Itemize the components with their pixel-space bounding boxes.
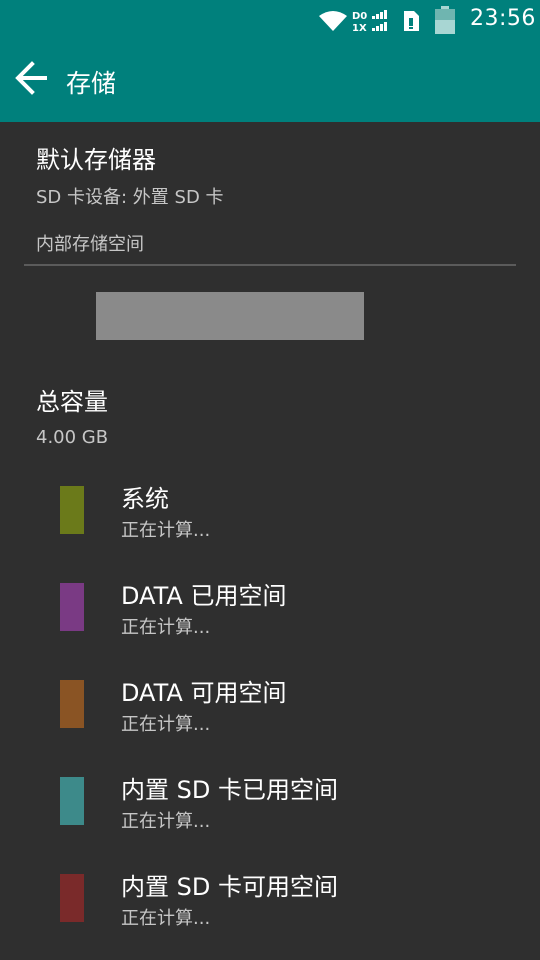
battery-icon: [434, 6, 456, 38]
default-storage-setting[interactable]: 默认存储器 SD 卡设备: 外置 SD 卡: [36, 140, 224, 209]
app-bar: 存储: [0, 40, 540, 122]
signal-label-bottom: 1X: [352, 23, 367, 33]
internal-storage-header: 内部存储空间: [36, 234, 144, 255]
signal-label-top: D0: [352, 11, 367, 22]
list-item-sd-used[interactable]: 内置 SD 卡已用空间 正在计算...: [0, 765, 540, 862]
list-item-status: 正在计算...: [121, 520, 211, 541]
list-item-data-used[interactable]: DATA 已用空间 正在计算...: [0, 571, 540, 668]
section-divider: [24, 264, 516, 266]
list-item-title: 内置 SD 卡已用空间: [121, 776, 338, 804]
list-item-title: 系统: [121, 485, 169, 513]
list-item-title: DATA 可用空间: [121, 679, 287, 707]
usage-list: 系统 正在计算... DATA 已用空间 正在计算... DATA 可用空间 正…: [0, 474, 540, 959]
sim-card-icon: [402, 10, 420, 36]
color-swatch: [60, 777, 84, 825]
signal-icon: D0 1X: [352, 9, 394, 37]
list-item-data-free[interactable]: DATA 可用空间 正在计算...: [0, 668, 540, 765]
list-item-sd-free[interactable]: 内置 SD 卡可用空间 正在计算...: [0, 862, 540, 959]
list-item-status: 正在计算...: [121, 714, 211, 735]
status-bar: D0 1X 23:56: [0, 0, 540, 40]
list-item-status: 正在计算...: [121, 908, 211, 929]
color-swatch: [60, 486, 84, 534]
storage-usage-bar: [96, 292, 364, 340]
total-capacity-title: 总容量: [36, 388, 108, 416]
default-storage-subtitle: SD 卡设备: 外置 SD 卡: [36, 187, 224, 208]
color-swatch: [60, 680, 84, 728]
list-item-title: DATA 已用空间: [121, 582, 287, 610]
list-item-status: 正在计算...: [121, 811, 211, 832]
page-title: 存储: [66, 69, 117, 98]
default-storage-title: 默认存储器: [36, 146, 156, 174]
total-capacity: 总容量 4.00 GB: [36, 382, 108, 448]
list-item-status: 正在计算...: [121, 617, 211, 638]
list-item-title: 内置 SD 卡可用空间: [121, 873, 338, 901]
arrow-back-icon: [15, 61, 49, 99]
color-swatch: [60, 874, 84, 922]
wifi-icon: [318, 10, 348, 36]
list-item-system[interactable]: 系统 正在计算...: [0, 474, 540, 571]
status-time: 23:56: [470, 6, 536, 31]
color-swatch: [60, 583, 84, 631]
back-button[interactable]: [8, 56, 56, 104]
total-capacity-value: 4.00 GB: [36, 427, 109, 448]
